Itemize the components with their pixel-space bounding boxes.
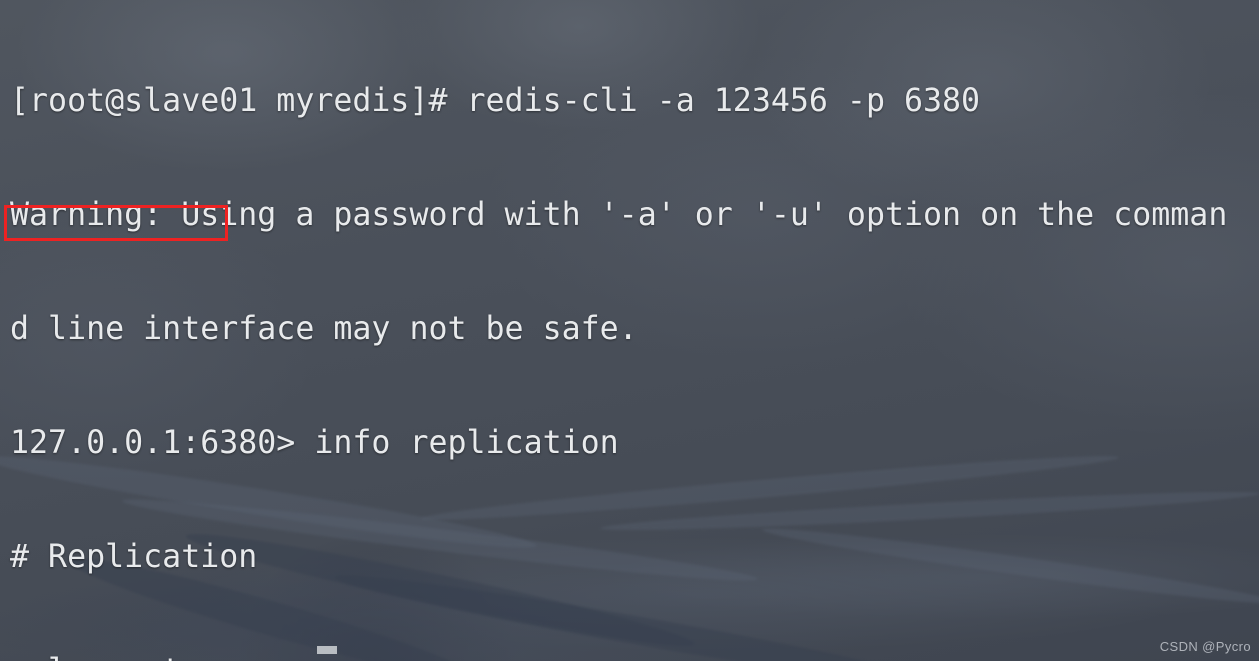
terminal-line: Warning: Using a password with '-a' or '… <box>10 197 1228 233</box>
terminal-line: # Replication <box>10 539 258 575</box>
terminal-line: [root@slave01 myredis]# redis-cli -a 123… <box>10 83 981 119</box>
text-cursor <box>317 646 337 654</box>
terminal-window[interactable]: [root@slave01 myredis]# redis-cli -a 123… <box>0 0 1259 661</box>
terminal-line-role-master: role:master <box>10 652 1259 661</box>
terminal-output[interactable]: [root@slave01 myredis]# redis-cli -a 123… <box>0 0 1259 661</box>
terminal-line: 127.0.0.1:6380> info replication <box>10 425 619 461</box>
terminal-line: d line interface may not be safe. <box>10 311 638 347</box>
watermark: CSDN @Pycro <box>1159 639 1251 654</box>
